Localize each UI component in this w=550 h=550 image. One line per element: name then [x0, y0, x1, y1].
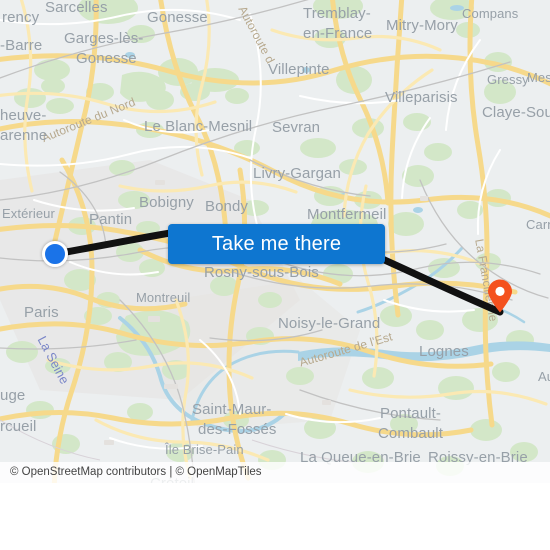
take-me-there-button[interactable]: Take me there	[168, 224, 385, 264]
footer-bar: Stalingrad→Saint-Thibault-Des-Vignes moo…	[0, 483, 550, 550]
moovit-map-screenshot: .wtr{fill:#aad3e6} .wln{stroke:#aad3e6;f…	[0, 0, 550, 550]
destination-marker-pin[interactable]	[487, 279, 513, 313]
map-viewport[interactable]: .wtr{fill:#aad3e6} .wln{stroke:#aad3e6;f…	[0, 0, 550, 483]
origin-marker[interactable]	[42, 241, 68, 267]
map-attribution[interactable]: © OpenStreetMap contributors | © OpenMap…	[0, 462, 550, 483]
